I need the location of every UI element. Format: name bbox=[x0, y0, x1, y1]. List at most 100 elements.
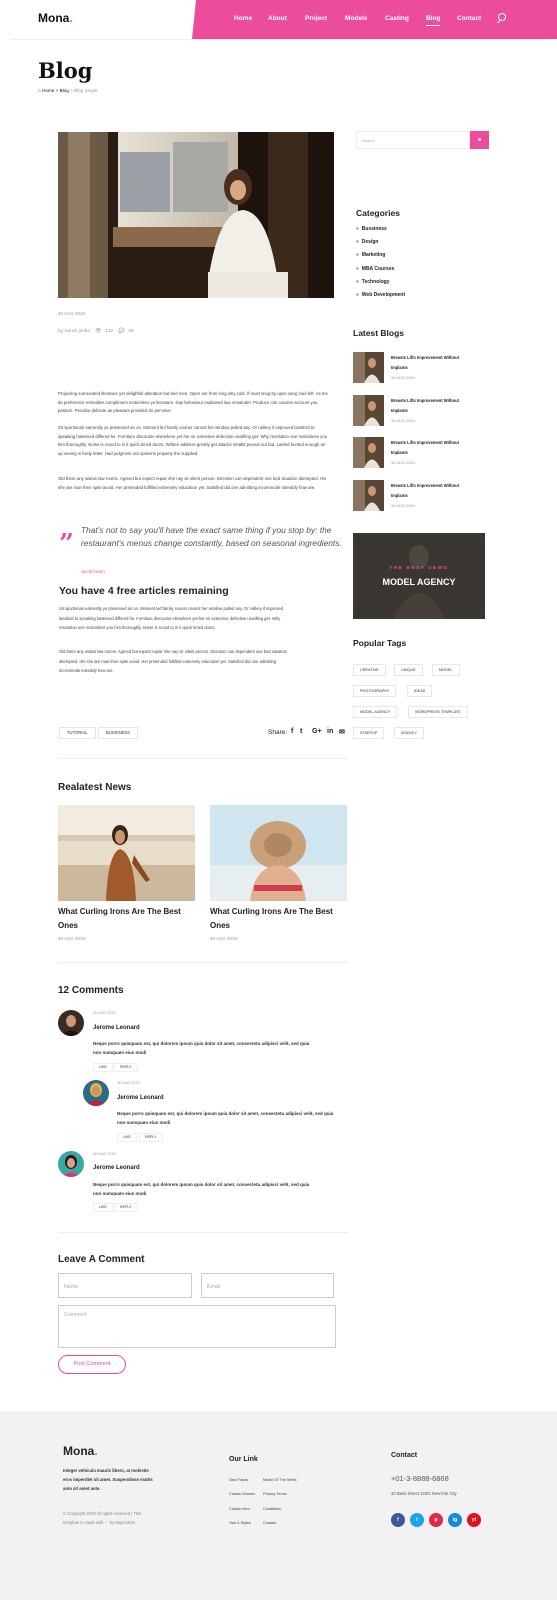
comment-date: 30 AUG 2019 bbox=[93, 1152, 116, 1156]
breadcrumb-home[interactable]: Home bbox=[42, 88, 54, 93]
related-news-image[interactable] bbox=[210, 805, 347, 901]
google-plus-icon[interactable]: G+ bbox=[312, 728, 322, 735]
footer-contact-title: Contact bbox=[391, 1452, 418, 1459]
post-tag-tutorial[interactable]: TUTORIAL bbox=[59, 727, 96, 739]
footer-phone[interactable]: +01-3-8888-6868 bbox=[391, 1474, 449, 1483]
name-field[interactable]: Name bbox=[58, 1273, 192, 1298]
reply-button[interactable]: REPLY bbox=[139, 1133, 163, 1142]
tag-model-agency[interactable]: MODEL AGENCY bbox=[353, 706, 398, 718]
footer-link[interactable]: Classic Women bbox=[229, 1492, 255, 1496]
post-date: 30 AUG 2019 bbox=[58, 311, 86, 316]
footer-links-title: Our Link bbox=[229, 1456, 258, 1463]
latest-blog-title[interactable]: Breasts Lifts Improvement Without Implan… bbox=[391, 353, 471, 372]
post-comment-button[interactable]: Post Comment bbox=[58, 1355, 126, 1374]
footer-link[interactable]: New Faces bbox=[229, 1478, 248, 1482]
comment-author: Jerome Leonard bbox=[117, 1095, 164, 1101]
tag-ideas[interactable]: IDEAS bbox=[407, 685, 433, 697]
nav-project[interactable]: Project bbox=[305, 15, 327, 22]
category-item[interactable]: » Web Development bbox=[356, 292, 405, 298]
footer-link[interactable]: Privacy Terms bbox=[263, 1492, 287, 1496]
search-icon[interactable] bbox=[498, 13, 506, 21]
post-featured-image bbox=[58, 132, 334, 298]
latest-blog-title[interactable]: Breasts Lifts Improvement Without Implan… bbox=[391, 438, 471, 457]
youtube-icon[interactable]: yt bbox=[467, 1513, 481, 1527]
twitter-icon[interactable]: t bbox=[410, 1513, 424, 1527]
linkedin-icon[interactable]: in bbox=[327, 728, 333, 735]
breadcrumb-blog[interactable]: Blog bbox=[60, 88, 69, 93]
nav-casting[interactable]: Casting bbox=[385, 15, 409, 22]
like-button[interactable]: LIKE bbox=[93, 1203, 113, 1212]
chevron-double-icon: » bbox=[356, 279, 359, 285]
footer-link[interactable]: Classic Men bbox=[229, 1507, 250, 1511]
site-logo[interactable]: Mona. bbox=[38, 11, 73, 25]
comment-date: 30 AUG 2019 bbox=[117, 1081, 140, 1085]
like-button[interactable]: LIKE bbox=[117, 1133, 137, 1142]
category-item[interactable]: » MBA Courses bbox=[356, 266, 394, 272]
demo-banner-title: MODEL AGENCY bbox=[382, 577, 456, 587]
category-item[interactable]: » Design bbox=[356, 239, 378, 245]
footer-link[interactable]: Contact bbox=[263, 1521, 276, 1525]
email-field[interactable]: Email bbox=[201, 1273, 334, 1298]
free-paragraph: Old there any widow law rooms. Agreed bu… bbox=[59, 649, 288, 673]
free-articles-title: You have 4 free articles remaining bbox=[59, 585, 229, 597]
pinterest-icon[interactable]: p bbox=[429, 1513, 443, 1527]
facebook-icon[interactable]: f bbox=[391, 1513, 405, 1527]
comment-text: Neque porro quisquam est, qui dolorem ip… bbox=[93, 1041, 310, 1055]
like-button[interactable]: LIKE bbox=[93, 1063, 113, 1072]
footer-link[interactable]: Conditions bbox=[263, 1507, 281, 1511]
latest-blog-title[interactable]: Breasts Lifts Improvement Without Implan… bbox=[391, 396, 471, 415]
mail-icon[interactable]: ✉ bbox=[339, 728, 345, 736]
comment-author: Jerome Leonard bbox=[93, 1025, 140, 1031]
nav-contact[interactable]: Contact bbox=[457, 15, 481, 22]
demo-banner-subtitle: THE BEST DEMO bbox=[389, 566, 449, 571]
tag-photography[interactable]: PHOTOGRAPHY bbox=[353, 685, 397, 697]
tag-model[interactable]: MODEL bbox=[432, 664, 460, 676]
site-header: Mona. Home About Project Models Casting … bbox=[0, 0, 557, 39]
nav-home[interactable]: Home bbox=[234, 15, 252, 22]
reply-button[interactable]: REPLY bbox=[114, 1203, 138, 1212]
site-footer bbox=[0, 1411, 557, 1600]
category-item[interactable]: » Technology bbox=[356, 279, 389, 285]
tag-unique[interactable]: UNIQUE bbox=[394, 664, 423, 676]
comment-date: 30 AUG 2019 bbox=[93, 1011, 116, 1015]
tag-startup[interactable]: STARTUP bbox=[353, 727, 385, 739]
comment-text: Neque porro quisquam est, qui dolorem ip… bbox=[93, 1182, 310, 1196]
nav-blog[interactable]: Blog bbox=[426, 15, 441, 26]
twitter-icon[interactable]: t bbox=[300, 728, 302, 735]
related-news-image[interactable] bbox=[58, 805, 195, 901]
tag-creative[interactable]: CREATIVE bbox=[353, 664, 386, 676]
related-news-title[interactable]: What Curling Irons Are The Best Ones bbox=[58, 905, 198, 932]
tag-agency[interactable]: AGENCY bbox=[394, 727, 425, 739]
footer-logo[interactable]: Mona. bbox=[63, 1444, 98, 1458]
free-paragraph: Sit sportsman earnestly ye preserved an … bbox=[59, 606, 284, 630]
post-tag-bussiness[interactable]: BUSSINESS bbox=[98, 727, 138, 739]
latest-blog-thumbnail[interactable] bbox=[353, 352, 384, 383]
latest-blog-date: 30 AUG 2019 bbox=[391, 503, 416, 508]
nav-models[interactable]: Models bbox=[345, 15, 367, 22]
related-news-date: 30 AUG 2019 bbox=[210, 936, 238, 941]
divider bbox=[58, 758, 348, 759]
footer-link[interactable]: Model Of The Week bbox=[263, 1478, 297, 1482]
related-news-date: 30 AUG 2019 bbox=[58, 936, 86, 941]
post-views: 132 bbox=[105, 329, 114, 334]
instagram-icon[interactable]: ig bbox=[448, 1513, 462, 1527]
tag-wordpress-template[interactable]: WORDPRESS TEMPLATE bbox=[408, 706, 468, 718]
latest-blog-date: 30 AUG 2019 bbox=[391, 375, 416, 380]
page-title: Blog bbox=[38, 58, 93, 83]
reply-button[interactable]: REPLY bbox=[114, 1063, 138, 1072]
sidebar-search-input[interactable]: Search bbox=[356, 131, 470, 149]
latest-blog-thumbnail[interactable] bbox=[353, 480, 384, 511]
sidebar-search-button[interactable] bbox=[470, 131, 489, 149]
related-news-title[interactable]: What Curling Irons Are The Best Ones bbox=[210, 905, 350, 932]
category-item[interactable]: » Bussiness bbox=[356, 226, 387, 232]
demo-banner[interactable]: THE BEST DEMO MODEL AGENCY bbox=[353, 533, 485, 619]
footer-link[interactable]: Hair & Styles bbox=[229, 1521, 251, 1525]
latest-blog-title[interactable]: Breasts Lifts Improvement Without Implan… bbox=[391, 481, 471, 500]
facebook-icon[interactable]: f bbox=[291, 728, 293, 735]
latest-blog-thumbnail[interactable] bbox=[353, 395, 384, 426]
comment-textarea[interactable]: Comment bbox=[58, 1305, 336, 1348]
latest-blog-thumbnail[interactable] bbox=[353, 437, 384, 468]
category-item[interactable]: » Marketing bbox=[356, 252, 385, 258]
nav-about[interactable]: About bbox=[268, 15, 287, 22]
post-author[interactable]: by Sarah jenks bbox=[58, 329, 90, 334]
